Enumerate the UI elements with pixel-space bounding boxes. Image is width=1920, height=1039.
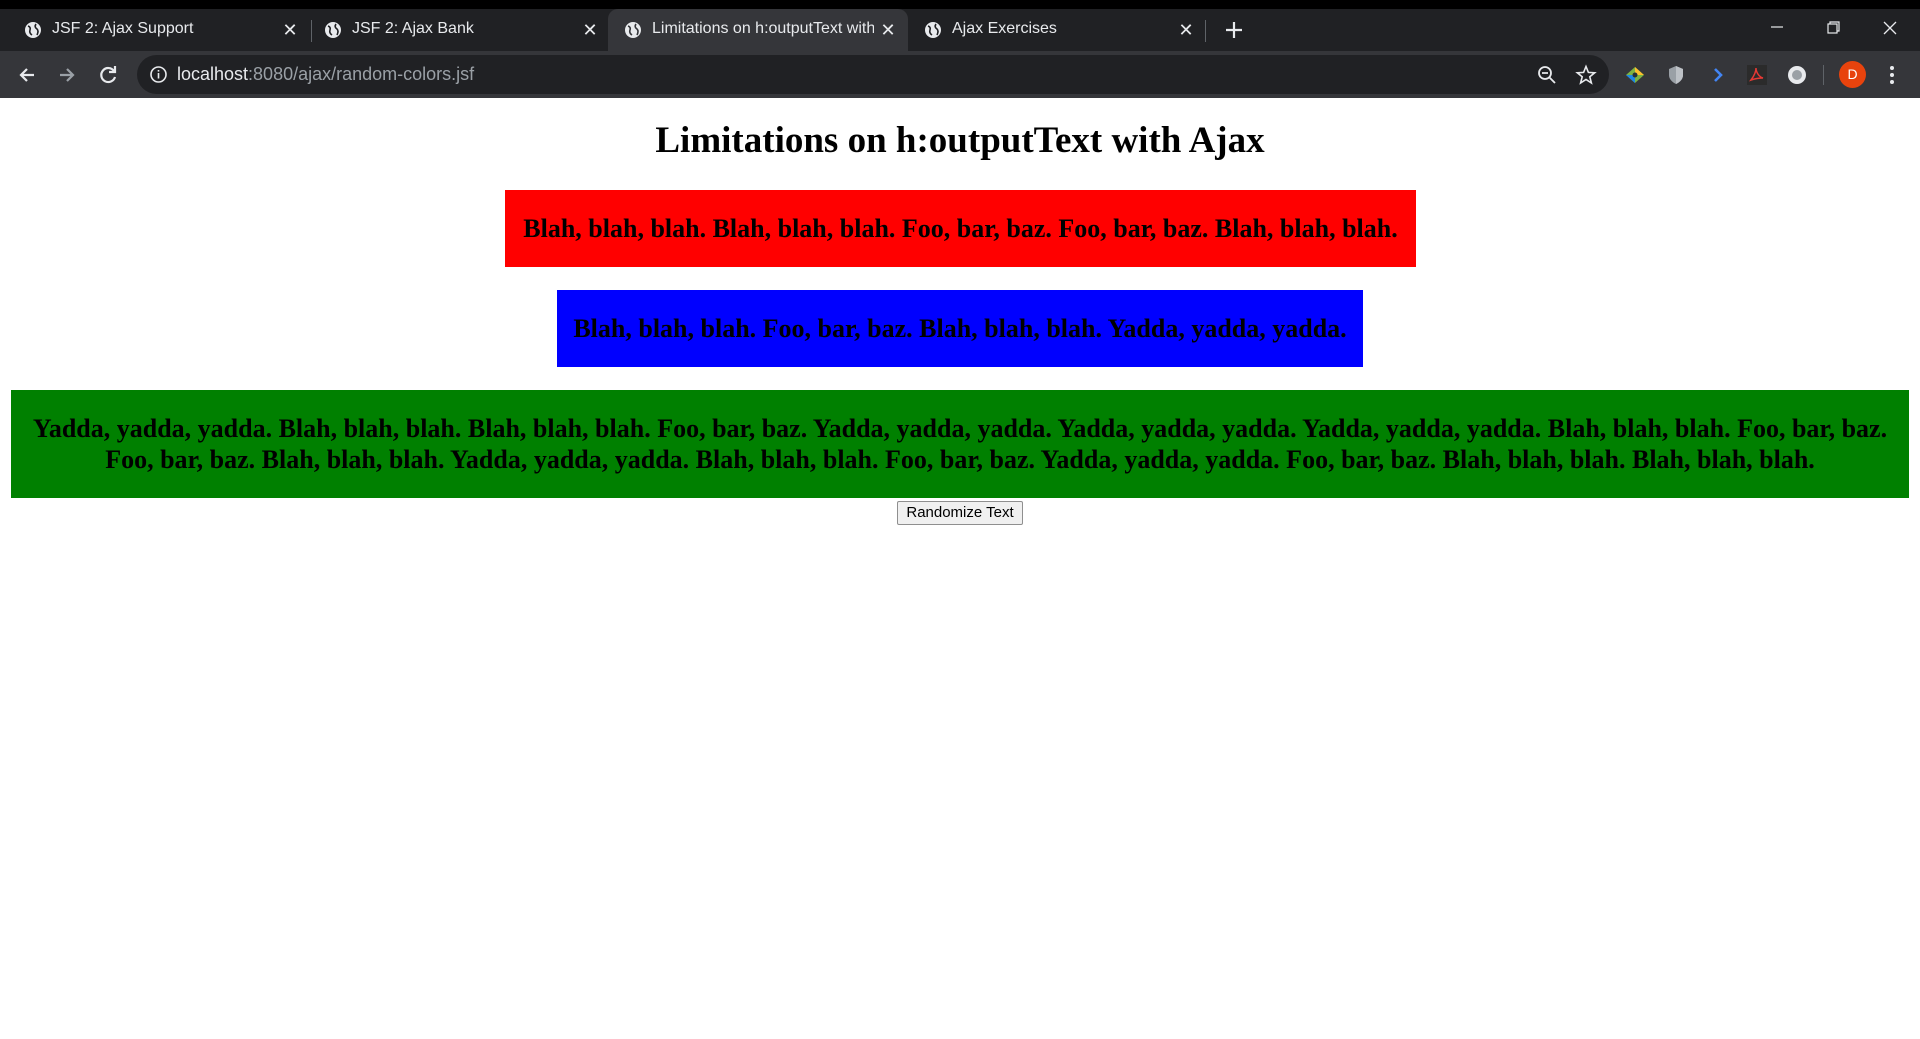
chevron-right-icon[interactable] <box>1706 63 1730 87</box>
tab-limitations-outputtext[interactable]: Limitations on h:outputText with ✕ <box>608 9 908 51</box>
tab-separator <box>1205 20 1206 42</box>
page-content: Limitations on h:outputText with Ajax Bl… <box>0 98 1920 1039</box>
pdf-icon[interactable] <box>1745 63 1769 87</box>
shield-icon[interactable] <box>1664 63 1688 87</box>
restore-button[interactable] <box>1813 15 1853 43</box>
url-host: localhost <box>177 64 249 84</box>
info-icon[interactable] <box>149 65 168 84</box>
random-text-block-blue: Blah, blah, blah. Foo, bar, baz. Blah, b… <box>557 290 1363 367</box>
close-icon <box>1883 21 1897 35</box>
tab-jsf-ajax-bank[interactable]: JSF 2: Ajax Bank ✕ <box>308 9 608 51</box>
forward-button[interactable] <box>52 60 82 90</box>
page-title: Limitations on h:outputText with Ajax <box>655 120 1265 161</box>
globe-icon <box>25 22 41 38</box>
plus-icon <box>1226 22 1242 38</box>
record-icon[interactable] <box>1785 63 1809 87</box>
random-text-block-green: Yadda, yadda, yadda. Blah, blah, blah. B… <box>11 390 1909 498</box>
back-arrow-icon <box>19 68 34 82</box>
profile-avatar[interactable]: D <box>1839 61 1866 88</box>
globe-icon <box>325 22 341 38</box>
close-icon[interactable]: ✕ <box>1176 20 1196 40</box>
minimize-button[interactable] <box>1757 15 1797 43</box>
browser-toolbar: localhost:8080/ajax/random-colors.jsf D <box>0 51 1920 98</box>
star-icon[interactable] <box>1575 64 1597 86</box>
tab-jsf-ajax-support[interactable]: JSF 2: Ajax Support ✕ <box>8 9 308 51</box>
restore-icon <box>1827 21 1840 34</box>
globe-icon <box>925 22 941 38</box>
close-icon[interactable]: ✕ <box>280 20 300 40</box>
random-text-block-red: Blah, blah, blah. Blah, blah, blah. Foo,… <box>505 190 1416 267</box>
toolbar-separator <box>1823 65 1824 85</box>
kebab-menu-icon[interactable] <box>1880 62 1904 88</box>
reload-icon <box>100 66 117 84</box>
address-bar[interactable]: localhost:8080/ajax/random-colors.jsf <box>137 55 1609 94</box>
back-button[interactable] <box>12 60 42 90</box>
url-text[interactable]: localhost:8080/ajax/random-colors.jsf <box>177 64 474 85</box>
forward-arrow-icon <box>60 68 75 82</box>
reload-button[interactable] <box>93 60 123 90</box>
tab-title: JSF 2: Ajax Support <box>52 20 194 37</box>
new-tab-button[interactable] <box>1221 17 1247 43</box>
close-window-button[interactable] <box>1870 15 1910 43</box>
randomize-text-button[interactable]: Randomize Text <box>897 501 1023 525</box>
close-icon[interactable]: ✕ <box>580 20 600 40</box>
tab-title: JSF 2: Ajax Bank <box>352 20 474 37</box>
tab-title: Ajax Exercises <box>952 20 1057 37</box>
window-top-edge <box>0 0 1920 9</box>
extension-colorful-icon[interactable] <box>1623 63 1647 87</box>
globe-icon <box>625 22 641 38</box>
close-icon[interactable]: ✕ <box>878 20 898 40</box>
tab-ajax-exercises[interactable]: Ajax Exercises ✕ <box>908 9 1208 51</box>
url-path: :8080/ajax/random-colors.jsf <box>248 64 475 84</box>
minimize-icon <box>1771 26 1783 28</box>
tab-strip: JSF 2: Ajax Support ✕ JSF 2: Ajax Bank ✕… <box>0 9 1920 51</box>
zoom-out-icon[interactable] <box>1536 64 1558 86</box>
tab-title: Limitations on h:outputText with <box>652 20 874 37</box>
